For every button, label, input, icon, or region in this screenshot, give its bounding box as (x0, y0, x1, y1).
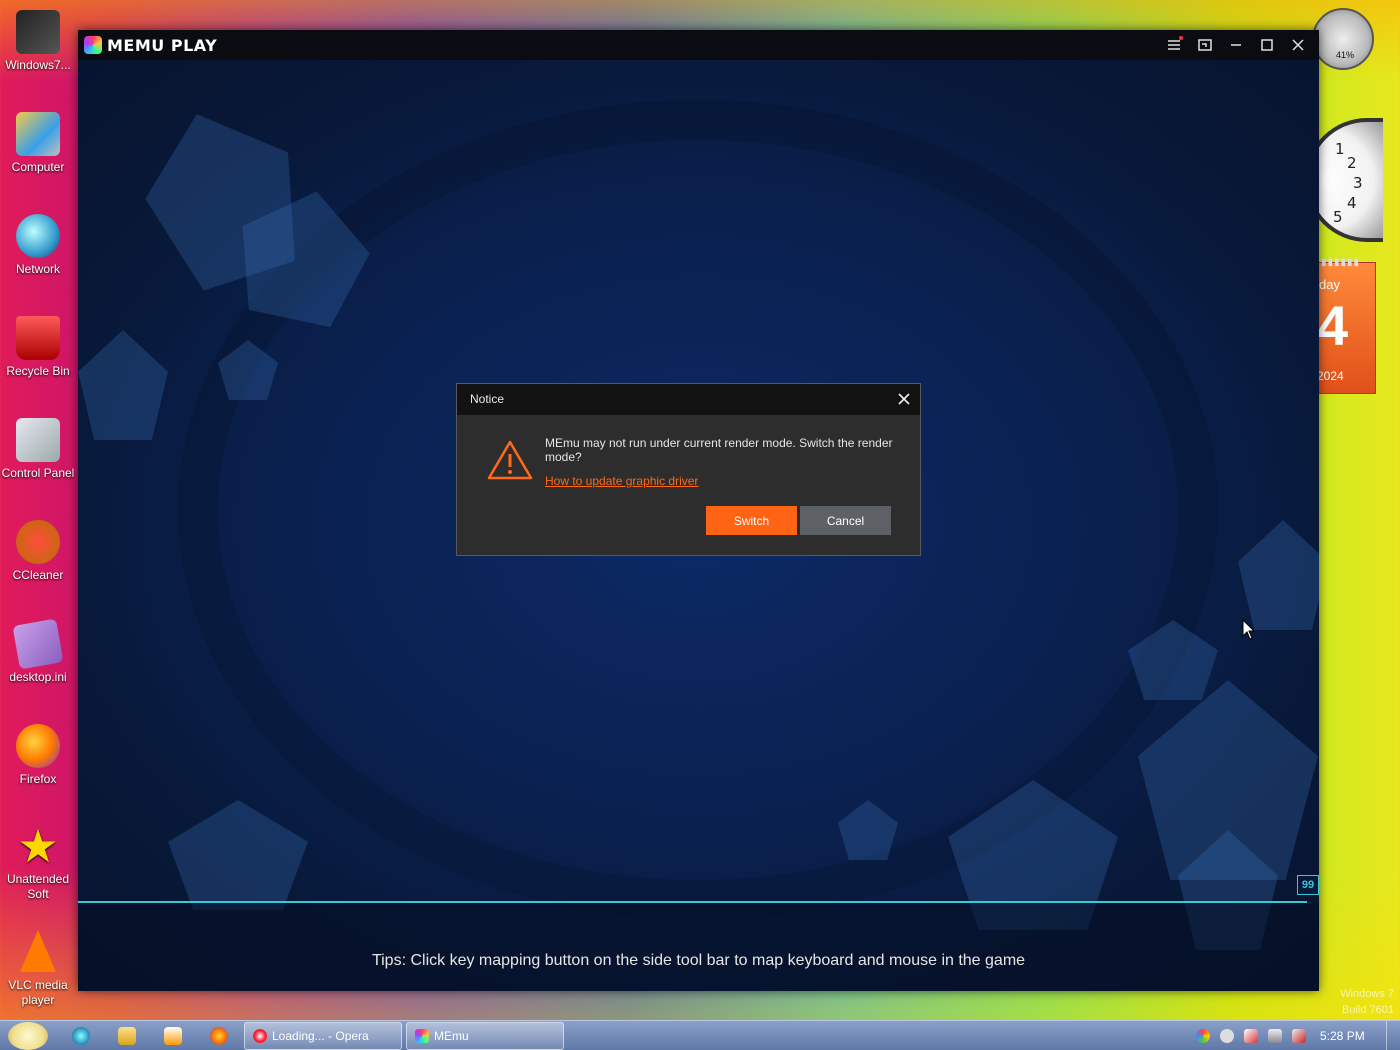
desktop-icon-label: Firefox (19, 772, 57, 786)
graphic-driver-link[interactable]: How to update graphic driver (545, 474, 698, 488)
start-button[interactable] (8, 1022, 48, 1050)
loading-progress-badge: 99 (1297, 875, 1319, 895)
desktop-icon-label: Recycle Bin (6, 364, 70, 378)
explorer-folder-icon[interactable] (118, 1027, 136, 1045)
mouse-cursor-icon (1242, 619, 1256, 640)
close-icon (898, 393, 910, 405)
firefox-icon[interactable] (210, 1027, 228, 1045)
close-icon (1291, 39, 1304, 51)
desktop-icon-computer[interactable]: Computer (0, 112, 76, 175)
watermark-line: Build 7601 (1342, 1004, 1394, 1016)
memu-icon (415, 1029, 429, 1043)
desktop-icon-control-panel[interactable]: Control Panel (0, 418, 76, 481)
minimize-icon (1230, 44, 1241, 46)
desktop-icon-network[interactable]: Network (0, 214, 76, 277)
vlc-cone-icon (20, 930, 56, 972)
star-icon: ★ (17, 820, 59, 872)
title-controls (1158, 30, 1313, 60)
menu-icon (1167, 40, 1180, 50)
desktop-icon-label: desktop.ini (9, 670, 67, 684)
dialog-message: MEmu may not run under current render mo… (545, 436, 893, 464)
taskbar-item-label: Loading... - Opera (272, 1029, 369, 1043)
maximize-icon (1260, 39, 1273, 51)
network-icon (16, 214, 60, 258)
network-tray-icon[interactable] (1220, 1029, 1234, 1043)
computer-icon (16, 112, 60, 156)
windows-icon (16, 10, 60, 54)
taskbar-item-label: MEmu (434, 1029, 469, 1043)
close-button[interactable] (1282, 30, 1313, 60)
loading-progress-bar (78, 901, 1307, 903)
watermark-line: Windows 7 (1340, 988, 1394, 1000)
internet-explorer-icon[interactable] (72, 1027, 90, 1045)
memu-logo-text: MEMU PLAY (107, 35, 218, 55)
firefox-icon (16, 724, 60, 768)
minimize-button[interactable] (1220, 30, 1251, 60)
desktop-icon-desktop-ini[interactable]: desktop.ini (0, 618, 76, 685)
warning-icon (487, 440, 533, 480)
cpu-meter-gadget[interactable]: 41% (1312, 8, 1374, 70)
volume-muted-icon[interactable] (1292, 1029, 1306, 1043)
show-desktop-button[interactable] (1386, 1021, 1400, 1050)
recycle-bin-icon (16, 316, 60, 360)
calendar-date: 4 (1317, 294, 1349, 357)
desktop-icon-label: CCleaner (12, 568, 64, 582)
memu-logo-icon (84, 36, 102, 54)
opera-icon (253, 1029, 267, 1043)
control-panel-icon (16, 418, 60, 462)
display-tray-icon[interactable] (1268, 1029, 1282, 1043)
action-center-icon[interactable] (1244, 1029, 1258, 1043)
meter-percent: 41% (1336, 50, 1355, 60)
clock-number: 5 (1333, 208, 1343, 226)
calendar-day: day (1319, 277, 1340, 292)
notice-dialog: Notice MEmu may not run under current re… (456, 383, 921, 556)
clock-number: 2 (1347, 154, 1357, 172)
screen-icon (1197, 39, 1212, 51)
cancel-button[interactable]: Cancel (800, 506, 891, 535)
desktop-icon-label: Windows7... (5, 58, 71, 72)
calendar-year: 2024 (1317, 369, 1344, 383)
notification-dot (1179, 36, 1183, 40)
desktop-icon-label: Computer (11, 160, 65, 174)
desktop-icon-label: Network (15, 262, 60, 276)
background-shape (1238, 520, 1319, 630)
taskbar: Loading... - Opera MEmu 5:28 PM (0, 1020, 1400, 1050)
taskbar-item-memu[interactable]: MEmu (406, 1022, 564, 1050)
memu-logo: MEMU PLAY (84, 34, 217, 56)
loading-tips: Tips: Click key mapping button on the si… (371, 952, 1026, 969)
tips-area (78, 903, 1319, 991)
chrome-tray-icon[interactable] (1196, 1029, 1210, 1043)
memu-titlebar[interactable]: MEMU PLAY (78, 30, 1319, 60)
switch-button[interactable]: Switch (706, 506, 797, 535)
desktop-icon-label: Control Panel (1, 466, 75, 480)
background-shape (168, 800, 308, 910)
dialog-close-button[interactable] (894, 389, 914, 409)
desktop-icon-label: Unattended Soft (6, 872, 70, 901)
windows-watermark: Windows 7 Build 7601 (1330, 986, 1394, 1018)
ini-file-icon (12, 618, 64, 670)
clock-number: 4 (1347, 194, 1357, 212)
dialog-title: Notice (470, 392, 505, 406)
desktop-icon-unattended-soft[interactable]: ★ Unattended Soft (0, 820, 76, 902)
clock-number: 1 (1335, 140, 1345, 158)
dialog-titlebar[interactable]: Notice (457, 384, 920, 415)
desktop-icon-windows7[interactable]: Windows7... (0, 10, 76, 73)
media-player-icon[interactable] (164, 1027, 182, 1045)
desktop-icon-vlc[interactable]: VLC media player (0, 930, 76, 1008)
desktop-icon-recycle-bin[interactable]: Recycle Bin (0, 316, 76, 379)
desktop-icon-ccleaner[interactable]: CCleaner (0, 520, 76, 583)
screen-button[interactable] (1189, 30, 1220, 60)
desktop-icon-firefox[interactable]: Firefox (0, 724, 76, 787)
calendar-rings-icon: ▮▮▮▮▮▮ (1321, 257, 1361, 268)
calendar-gadget[interactable]: ▮▮▮▮▮▮ day 4 2024 (1310, 257, 1376, 394)
clock-number: 3 (1353, 174, 1363, 192)
desktop-icons: Windows7... Computer Network Recycle Bin… (0, 0, 78, 1020)
desktop-icon-label: VLC media player (8, 978, 68, 1007)
menu-button[interactable] (1158, 30, 1189, 60)
background-shape (78, 330, 168, 440)
maximize-button[interactable] (1251, 30, 1282, 60)
taskbar-clock[interactable]: 5:28 PM (1320, 1029, 1365, 1043)
ccleaner-icon (16, 520, 60, 564)
taskbar-item-opera[interactable]: Loading... - Opera (244, 1022, 402, 1050)
